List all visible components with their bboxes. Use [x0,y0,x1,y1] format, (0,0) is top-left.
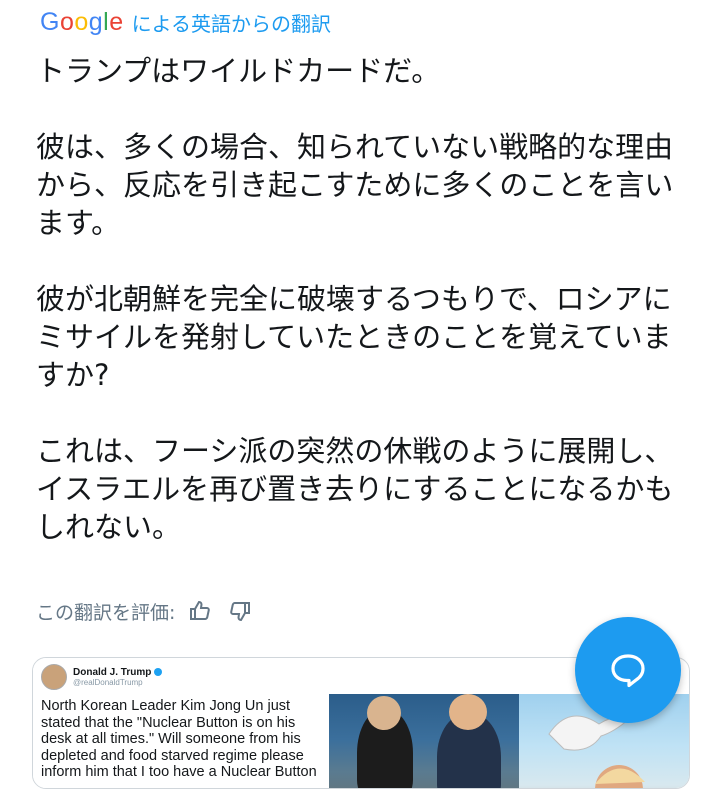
chat-bubble-icon [611,654,645,688]
translation-header: Google による英語からの翻訳 [40,8,331,37]
tweet-paragraph: 彼が北朝鮮を完全に破壊するつもりで、ロシアにミサイルを発射していたときのことを覚… [36,282,672,392]
embedded-tweet-text: North Korean Leader Kim Jong Un just sta… [41,698,317,780]
embedded-author-handle: @realDonaldTrump [73,678,143,687]
verified-badge-icon [154,668,163,677]
rate-translation-label: この翻訳を評価: [36,601,176,624]
rate-translation-row: この翻訳を評価: [36,596,255,626]
embedded-tweet-header: Donald J. Trump @realDonaldTrump [41,664,321,690]
tweet-paragraph: これは、フーシ派の突然の休戦のように展開し、イスラエルを再び置き去りにすることに… [36,434,674,544]
embedded-author-name: Donald J. Trump [73,667,152,678]
meeting-photo [329,694,519,788]
thumbs-down-icon[interactable] [225,596,255,626]
reply-fab-button[interactable] [575,617,681,723]
google-logo: Google [40,8,124,36]
embedded-tweet-image: Donald J. Trump @realDonaldTrump North K… [33,658,329,788]
translation-source-link[interactable]: による英語からの翻訳 [132,8,331,37]
thumbs-up-icon[interactable] [185,596,215,626]
avatar [41,664,67,690]
tweet-paragraph: 彼は、多くの場合、知られていない戦略的な理由から、反応を引き起こすために多くのこ… [36,130,674,240]
tweet-paragraph: トランプはワイルドカードだ。 [36,54,441,88]
translated-tweet-text: トランプはワイルドカードだ。 彼は、多くの場合、知られていない戦略的な理由から、… [36,52,686,584]
